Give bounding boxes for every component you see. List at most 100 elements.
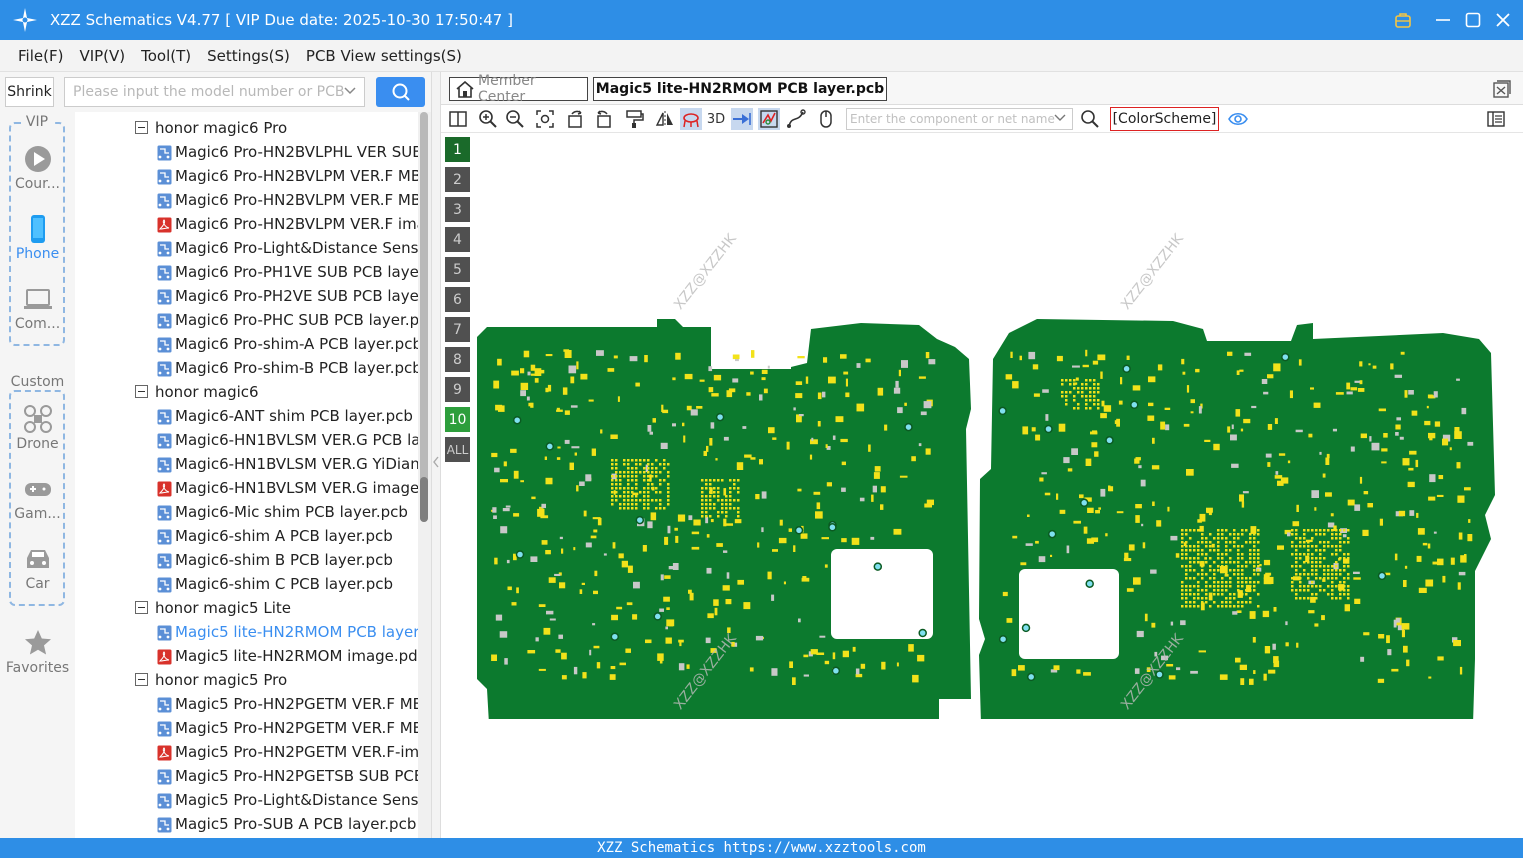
tree-item-pdf[interactable]: Magic5 Pro-HN2PGETM VER.F-ima <box>75 740 418 764</box>
layer-button-3[interactable]: 3 <box>445 197 470 222</box>
search-button[interactable] <box>376 77 425 107</box>
collapse-icon[interactable] <box>135 601 148 614</box>
tree-item-pcb[interactable]: Magic6-HN1BVLSM VER.G PCB lay <box>75 428 418 452</box>
layer-button-6[interactable]: 6 <box>445 287 470 312</box>
layer-button-1[interactable]: 1 <box>445 137 470 162</box>
vip-bag-icon[interactable] <box>1393 10 1413 30</box>
flip-board-icon[interactable] <box>680 108 702 130</box>
tree-item-pcb[interactable]: Magic6 Pro-PHC SUB PCB layer.pcl <box>75 308 418 332</box>
minimize-button[interactable] <box>1433 10 1453 30</box>
pcb-pad <box>1296 642 1299 648</box>
tree-item-pcb[interactable]: Magic6-shim C PCB layer.pcb <box>75 572 418 596</box>
close-all-tabs-icon[interactable] <box>1493 80 1511 98</box>
menu-bar: File(F) VIP(V) Tool(T) Settings(S) PCB V… <box>0 40 1523 72</box>
zoom-out-icon[interactable] <box>504 108 526 130</box>
tree-item-pdf[interactable]: Magic5 lite-HN2RMOM image.pdf <box>75 644 418 668</box>
pcb-pad <box>1273 656 1279 663</box>
pin-arrow-icon[interactable] <box>731 108 753 130</box>
scrollbar-track-thumb[interactable] <box>420 112 428 522</box>
tree-item-pcb[interactable]: Magic5 Pro-HN2PGETM VER.F MB <box>75 716 418 740</box>
tree-item-pcb[interactable]: Magic6-Mic shim PCB layer.pcb <box>75 500 418 524</box>
side-panel-toggle-icon[interactable] <box>1485 108 1507 130</box>
component-search-icon[interactable] <box>1079 108 1101 130</box>
tree-item-pdf[interactable]: Magic6-HN1BVLSM VER.G image.p <box>75 476 418 500</box>
tree-item-pcb[interactable]: Magic6-HN1BVLSM VER.G YiDianT <box>75 452 418 476</box>
sidebar-item-drone[interactable]: Drone <box>0 404 75 452</box>
pcb-pad <box>822 391 826 398</box>
mirror-icon[interactable] <box>654 108 676 130</box>
mouse-mode-icon[interactable] <box>815 108 837 130</box>
menu-vip[interactable]: VIP(V) <box>79 47 125 65</box>
rotate-left-icon[interactable] <box>565 108 587 130</box>
tree-item-pdf[interactable]: Magic6 Pro-HN2BVLPM VER.F ima <box>75 212 418 236</box>
collapse-icon[interactable] <box>135 385 148 398</box>
sidebar-item-games[interactable]: Gam... <box>0 474 75 522</box>
menu-tool[interactable]: Tool(T) <box>141 47 191 65</box>
rotate-right-icon[interactable] <box>592 108 614 130</box>
collapse-icon[interactable] <box>135 673 148 686</box>
tree-item-pcb[interactable]: Magic6-shim A PCB layer.pcb <box>75 524 418 548</box>
scrollbar-thumb[interactable] <box>420 477 428 522</box>
model-search-input[interactable]: Please input the model number or PCB <box>64 77 365 107</box>
eye-icon[interactable] <box>1227 108 1249 130</box>
tree-item-pcb[interactable]: Magic6-shim B PCB layer.pcb <box>75 548 418 572</box>
tree-item-pcb[interactable]: Magic6 Pro-HN2BVLPM VER.F MB- <box>75 188 418 212</box>
sidebar-item-phone[interactable]: Phone <box>0 214 75 262</box>
color-scheme-button[interactable]: [ColorScheme] <box>1110 107 1219 131</box>
layer-button-2[interactable]: 2 <box>445 167 470 192</box>
format-painter-icon[interactable] <box>623 108 645 130</box>
collapse-icon[interactable] <box>135 121 148 134</box>
zoom-in-icon[interactable] <box>477 108 499 130</box>
tree-item-pcb[interactable]: Magic5 Pro-HN2PGETM VER.F MB <box>75 692 418 716</box>
layer-button-4[interactable]: 4 <box>445 227 470 252</box>
tree-item-pcb[interactable]: Magic6-ANT shim PCB layer.pcb <box>75 404 418 428</box>
tab-member-center[interactable]: Member Center <box>449 73 588 105</box>
tree-item-pcb[interactable]: Magic6 Pro-PH1VE SUB PCB layer.p <box>75 260 418 284</box>
menu-pcb-view-settings[interactable]: PCB View settings(S) <box>306 47 462 65</box>
sidebar-item-favorites[interactable]: Favorites <box>0 628 75 676</box>
pcb-pad <box>1091 442 1098 448</box>
pcb-canvas[interactable]: 1 2 3 4 5 6 7 8 9 10 ALL XZZ@XZZHK XZZ@X… <box>441 133 1523 838</box>
tree-item-pcb[interactable]: Magic5 Pro-Light&Distance Senso <box>75 788 418 812</box>
close-button[interactable] <box>1493 10 1513 30</box>
menu-file[interactable]: File(F) <box>18 47 63 65</box>
bga-ball <box>651 467 654 470</box>
chevron-left-icon[interactable] <box>432 455 440 469</box>
sidebar-item-car[interactable]: Car <box>0 544 75 592</box>
shrink-button[interactable]: Shrink <box>5 77 54 107</box>
trace-measure-icon[interactable] <box>785 108 807 130</box>
tree-group[interactable]: honor magic5 Lite <box>75 596 418 620</box>
tree-item-pcb[interactable]: Magic6 Pro-HN2BVLPM VER.F MB <box>75 164 418 188</box>
tree-scrollbar[interactable] <box>418 112 431 838</box>
tree-item-pcb[interactable]: Magic6 Pro-PH2VE SUB PCB layer.p <box>75 284 418 308</box>
tree-item-pcb[interactable]: Magic6 Pro-Light&Distance Senso <box>75 236 418 260</box>
tree-item-pcb[interactable]: Magic5 lite-HN2RMOM PCB layer.p <box>75 620 418 644</box>
tree-group[interactable]: honor magic5 Pro <box>75 668 418 692</box>
tree-item-pcb[interactable]: Magic6 Pro-HN2BVLPHL VER SUB <box>75 140 418 164</box>
pcb-pad <box>713 374 722 381</box>
chevron-down-icon[interactable] <box>344 84 356 100</box>
pcb-pad <box>1082 364 1089 368</box>
panel-splitter[interactable] <box>431 72 441 838</box>
fit-view-icon[interactable] <box>534 108 556 130</box>
component-search-input[interactable]: Enter the component or net name <box>846 108 1073 130</box>
chevron-down-icon[interactable] <box>1054 109 1066 129</box>
maximize-button[interactable] <box>1463 10 1483 30</box>
3d-view-button[interactable]: 3D <box>705 108 727 130</box>
layer-button-5[interactable]: 5 <box>445 257 470 282</box>
tree-item-pcb[interactable]: Magic6 Pro-shim-B PCB layer.pcb <box>75 356 418 380</box>
pcb-board-view[interactable] <box>461 319 1511 719</box>
sidebar-item-courses[interactable]: Cour... <box>0 144 75 192</box>
tree-item-pcb[interactable]: Magic5 Pro-SUB A PCB layer.pcb <box>75 812 418 836</box>
split-view-icon[interactable] <box>447 108 469 130</box>
bga-ball <box>1311 553 1314 556</box>
net-highlight-icon[interactable] <box>758 108 780 130</box>
sidebar-item-computer[interactable]: Com... <box>0 284 75 332</box>
tree-item-pcb[interactable]: Magic5 Pro-HN2PGETSB SUB PCB <box>75 764 418 788</box>
tree-group[interactable]: honor magic6 <box>75 380 418 404</box>
menu-settings[interactable]: Settings(S) <box>207 47 290 65</box>
tab-active-pcb[interactable]: Magic5 lite-HN2RMOM PCB layer.pcb <box>593 77 887 101</box>
bga-ball <box>1073 407 1076 410</box>
tree-item-pcb[interactable]: Magic6 Pro-shim-A PCB layer.pcb <box>75 332 418 356</box>
tree-group[interactable]: honor magic6 Pro <box>75 116 418 140</box>
